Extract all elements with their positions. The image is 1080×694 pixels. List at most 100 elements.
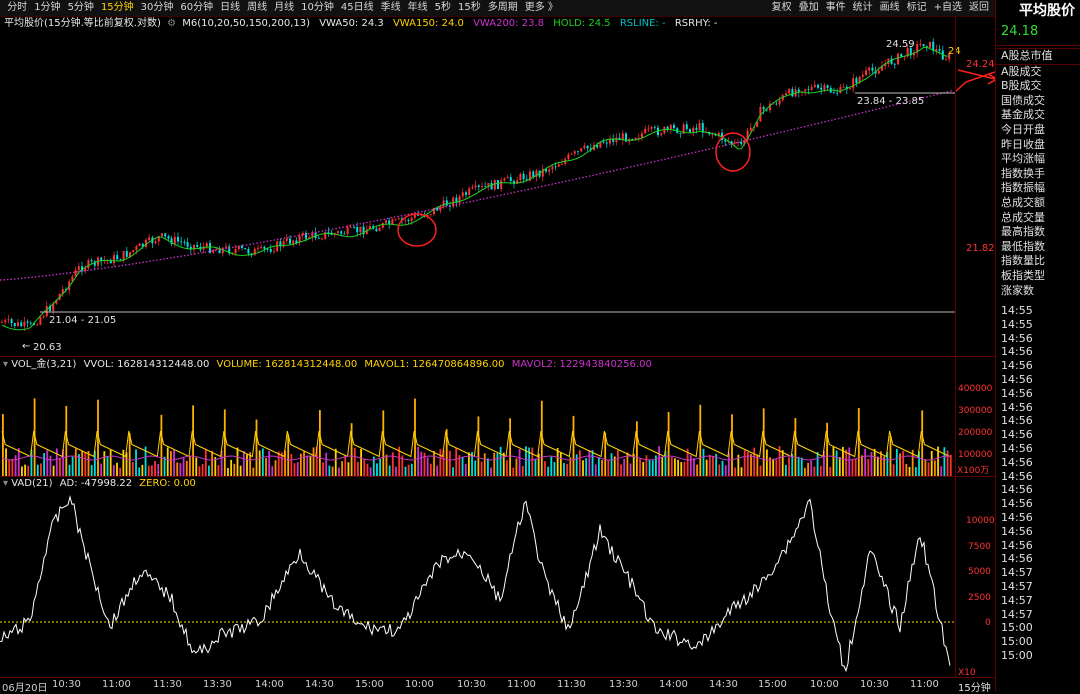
period-tab[interactable]: 10分钟: [301, 0, 334, 16]
toolbar-tool-button[interactable]: 叠加: [799, 0, 819, 16]
stat-item[interactable]: 指数振幅: [996, 181, 1080, 196]
period-tab[interactable]: 日线: [220, 0, 240, 16]
toolbar-tool-button[interactable]: 统计: [853, 0, 873, 16]
vad-line: [0, 495, 951, 673]
stat-item[interactable]: 涨家数: [996, 284, 1080, 299]
period-tab[interactable]: 45日线: [341, 0, 374, 16]
price-marker: 24.24: [966, 59, 995, 70]
period-tab[interactable]: 多周期: [488, 0, 518, 16]
candle-body: [186, 242, 189, 247]
stat-item[interactable]: A股成交: [996, 65, 1080, 80]
volume-bar: [861, 455, 863, 476]
period-tab[interactable]: 月线: [274, 0, 294, 16]
price-chart[interactable]: 24.59 23.84 - 23.85 21.04 - 21.05 20.63 …: [0, 32, 995, 356]
volume-bar: [563, 463, 565, 476]
stat-item[interactable]: A股总市值: [996, 48, 1080, 65]
volume-bar: [347, 462, 350, 476]
toolbar-tool-button[interactable]: 画线: [880, 0, 900, 16]
volume-bar: [24, 464, 26, 476]
volume-bar: [233, 463, 236, 476]
stat-item[interactable]: 指数换手: [996, 167, 1080, 182]
toolbar-tool-button[interactable]: 复权: [772, 0, 792, 16]
volume-bar: [807, 462, 809, 476]
candle-body: [877, 70, 880, 74]
period-tab[interactable]: 30分钟: [141, 0, 174, 16]
volume-bar: [816, 451, 819, 476]
volume-bar: [594, 464, 597, 476]
toolbar-tool-button[interactable]: 标记: [907, 0, 927, 16]
stat-item[interactable]: 板指类型: [996, 269, 1080, 284]
mavol1-label: MAVOL1: 126470864896.00: [364, 359, 505, 370]
toolbar-tool-button[interactable]: 事件: [826, 0, 846, 16]
volume-bar: [689, 455, 692, 476]
volume-bar: [487, 458, 489, 476]
candle-body: [257, 248, 259, 249]
volume-chart[interactable]: 400000 300000 200000 100000 X100万: [0, 372, 995, 476]
vwa50-label: VWA50: 24.3: [319, 18, 384, 29]
volume-bar: [189, 455, 191, 476]
volume-bar: [65, 405, 68, 476]
candle-body: [641, 133, 643, 138]
toolbar-tool-button[interactable]: 返回: [969, 0, 989, 16]
stat-item[interactable]: 总成交额: [996, 196, 1080, 211]
volume-bar: [204, 448, 207, 476]
volume-bar: [648, 459, 651, 476]
period-tab[interactable]: 更多 》: [525, 0, 558, 16]
candle-body: [247, 249, 250, 254]
stat-item[interactable]: 总成交量: [996, 211, 1080, 226]
stat-item[interactable]: B股成交: [996, 79, 1080, 94]
volume-bar: [420, 451, 423, 476]
tick-time: 14:56: [1001, 497, 1033, 511]
volume-bar: [141, 464, 144, 476]
toolbar-tool-button[interactable]: +自选: [934, 0, 962, 16]
candle-body: [161, 233, 163, 237]
volume-bar: [813, 466, 816, 476]
volume-bar: [271, 466, 274, 476]
period-tab[interactable]: 60分钟: [180, 0, 213, 16]
vad-axis-tick: 5000: [968, 567, 991, 577]
period-tab[interactable]: 1分钟: [34, 0, 60, 16]
candle-body: [7, 319, 10, 321]
period-tab[interactable]: 5秒: [435, 0, 451, 16]
volume-bar: [483, 453, 486, 476]
stat-item[interactable]: 平均涨幅: [996, 152, 1080, 167]
volume-bar: [943, 447, 946, 476]
volume-bar: [702, 448, 705, 476]
stat-item[interactable]: 最低指数: [996, 240, 1080, 255]
candle-body: [573, 151, 576, 154]
volume-bar: [296, 462, 299, 476]
volume-bar: [762, 408, 765, 476]
tick-time: 14:57: [1001, 607, 1033, 621]
candle-body: [833, 92, 835, 94]
stat-item[interactable]: 最高指数: [996, 225, 1080, 240]
candle-body: [852, 78, 855, 89]
candle-body: [77, 266, 80, 271]
vwa200-dotted-line: [0, 90, 953, 281]
candle-body: [778, 100, 781, 105]
stat-item[interactable]: 昨日收盘: [996, 138, 1080, 153]
stat-item[interactable]: 基金成交: [996, 108, 1080, 123]
volume-bar: [36, 464, 39, 476]
period-tab[interactable]: 分时: [7, 0, 27, 16]
period-tab[interactable]: 季线: [381, 0, 401, 16]
volume-bar: [572, 415, 575, 476]
stat-item[interactable]: 指数量比: [996, 254, 1080, 269]
period-tab[interactable]: 5分钟: [68, 0, 94, 16]
stat-list: A股总市值 A股成交 B股成交 国债成交 基金成交 今日开盘 昨日收盘 平均涨幅 指数换手 指数振…: [996, 48, 1080, 298]
candle-body: [317, 237, 320, 239]
stat-item[interactable]: 今日开盘: [996, 123, 1080, 138]
period-tab[interactable]: 周线: [247, 0, 267, 16]
collapse-icon[interactable]: ▾: [3, 359, 8, 370]
period-tab[interactable]: 年线: [408, 0, 428, 16]
collapse-icon[interactable]: ▾: [3, 478, 8, 489]
time-axis-label: 11:30: [153, 679, 182, 690]
volume-bar: [718, 464, 721, 476]
period-tab[interactable]: 15分钟: [101, 0, 134, 16]
volume-bar: [261, 448, 264, 476]
candle-body: [183, 241, 186, 243]
period-tab[interactable]: 15秒: [458, 0, 481, 16]
vad-chart[interactable]: 10000 7500 5000 2500 0 X10: [0, 491, 995, 677]
tick-time: 14:57: [1001, 579, 1033, 593]
settings-icon[interactable]: ⚙: [167, 18, 176, 29]
stat-item[interactable]: 国债成交: [996, 94, 1080, 109]
